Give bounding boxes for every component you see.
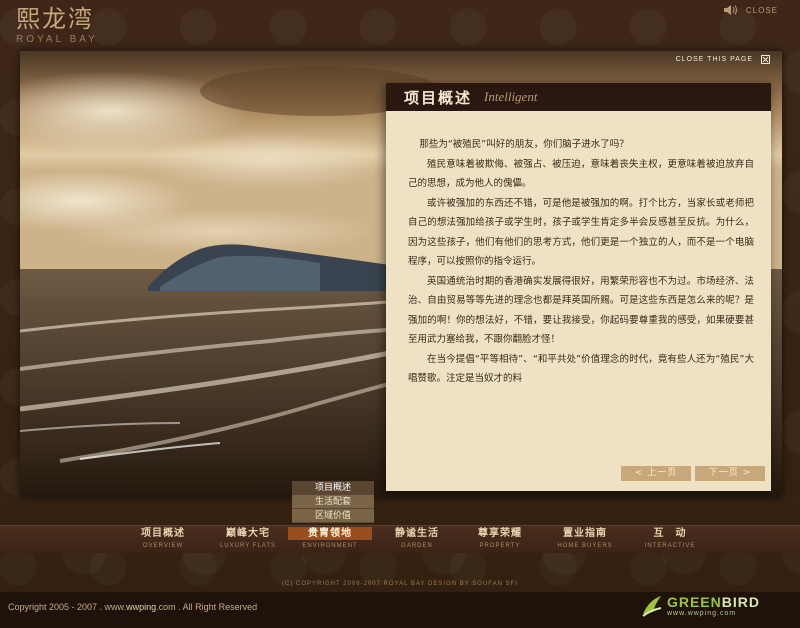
nav-label-cn: 置业指南	[563, 528, 607, 539]
speaker-icon[interactable]	[723, 4, 738, 16]
greenbird-url: www.wwping.com	[666, 610, 737, 617]
brand-logo[interactable]: 熙龙湾 ROYAL BAY	[16, 6, 98, 45]
nav-item-luxury-flats[interactable]: 巅峰大宅 LUXURY FLATS	[203, 527, 293, 549]
greenbird-text: GREENBIRD www.wwping.com	[666, 594, 760, 618]
nav-label-cn: 静谧生活	[395, 528, 439, 539]
nav-label-cn: 巅峰大宅	[226, 528, 270, 539]
footer: Copyright 2005 - 2007 . www.wwping.com .…	[0, 592, 800, 628]
nav-label-cn: 尊享荣耀	[478, 528, 522, 539]
footer-copyright-prefix: Copyright 2005 - 2007 . www.	[8, 602, 127, 612]
submenu-item-overview[interactable]: 项目概述	[292, 481, 374, 495]
footer-copyright-suffix: .com . All Right Reserved	[156, 602, 258, 612]
article-paragraph: 或许被强加的东西还不错，可是他是被强加的啊。打个比方，当家长或老师把自己的想法强…	[408, 197, 754, 268]
article-paragraph: 那些为“被殖民”叫好的朋友，你们脑子进水了吗？	[419, 139, 629, 150]
brand-name-cn: 熙龙湾	[16, 5, 94, 33]
close-page-label[interactable]: CLOSE THIS PAGE	[676, 56, 753, 63]
greenbird-logo[interactable]: GREENBIRD www.wwping.com	[641, 594, 760, 618]
nav-item-garden[interactable]: 静谧生活 GARDEN	[372, 527, 462, 549]
design-credit: (C) COPYRIGHT 2006-2007 ROYAL BAY DESIGN…	[282, 581, 518, 587]
article-paragraph: 英国通统治时期的香港确实发展得很好，用繁荣形容也不为过。市场经济、法治、自由贸易…	[408, 275, 754, 346]
article-header: 项目概述 Intelligent	[386, 83, 771, 111]
bird-icon	[642, 596, 662, 617]
article-title: 项目概述	[404, 88, 473, 107]
greenbird-name-part2: BIRD	[721, 594, 760, 610]
pager: < 上一页 下一页 >	[621, 466, 765, 481]
nav-item-overview[interactable]: 项目概述 OVERVIEW	[118, 527, 208, 549]
nav-label-en: HOME BUYERS	[557, 543, 613, 549]
footer-site-link[interactable]: wwping	[126, 602, 156, 612]
article-body: 那些为“被殖民”叫好的朋友，你们脑子进水了吗？ 殖民意味着被欺侮、被强占、被压迫…	[408, 135, 754, 389]
nav-label-en: ENVIRONMENT	[302, 543, 358, 549]
close-site-button[interactable]: CLOSE	[746, 6, 778, 15]
article-panel: 项目概述 Intelligent 那些为“被殖民”叫好的朋友，你们脑子进水了吗？…	[386, 83, 771, 491]
prev-page-button[interactable]: < 上一页	[621, 466, 691, 481]
submenu-item-facilities[interactable]: 生活配套	[292, 495, 374, 509]
close-page-control[interactable]: CLOSE THIS PAGE	[676, 55, 770, 64]
main-nav: 项目概述 OVERVIEW 巅峰大宅 LUXURY FLATS 贵胄领地 ENV…	[0, 525, 800, 553]
nav-item-environment[interactable]: 贵胄领地 ENVIRONMENT	[288, 527, 372, 549]
nav-label-cn: 贵胄领地	[288, 527, 372, 540]
nav-label-en: INTERACTIVE	[644, 543, 696, 549]
nav-label-cn: 项目概述	[141, 528, 185, 539]
article-subtitle: Intelligent	[484, 89, 538, 104]
close-icon[interactable]	[761, 55, 770, 64]
nav-item-property[interactable]: 尊享荣耀 PROPERTY	[455, 527, 545, 549]
nav-item-home-buyers[interactable]: 置业指南 HOME BUYERS	[540, 527, 630, 549]
nav-label-en: PROPERTY	[479, 543, 521, 549]
submenu: 项目概述 生活配套 区域价值	[292, 481, 374, 523]
top-controls: CLOSE	[723, 4, 778, 16]
nav-item-interactive[interactable]: 互 动 INTERACTIVE	[625, 527, 715, 549]
greenbird-name-part1: GREEN	[666, 594, 722, 610]
footer-copyright: Copyright 2005 - 2007 . www.wwping.com .…	[8, 602, 257, 612]
nav-label-en: OVERVIEW	[142, 543, 184, 549]
submenu-item-region-value[interactable]: 区域价值	[292, 509, 374, 523]
article-paragraph: 殖民意味着被欺侮、被强占、被压迫，意味着丧失主权，更意味着被迫放弃自己的思想，成…	[408, 158, 754, 190]
article-paragraph: 在当今提倡“平等相待”、“和平共处”价值理念的时代，竟有些人还为“殖民”大唱赞歌…	[408, 353, 754, 385]
nav-label-en: GARDEN	[401, 543, 433, 549]
nav-label-en: LUXURY FLATS	[219, 543, 276, 549]
next-page-button[interactable]: 下一页 >	[695, 466, 765, 481]
brand-name-en: ROYAL BAY	[16, 34, 98, 45]
nav-label-cn: 互 动	[653, 528, 687, 539]
top-bar: 熙龙湾 ROYAL BAY CLOSE	[0, 0, 800, 50]
